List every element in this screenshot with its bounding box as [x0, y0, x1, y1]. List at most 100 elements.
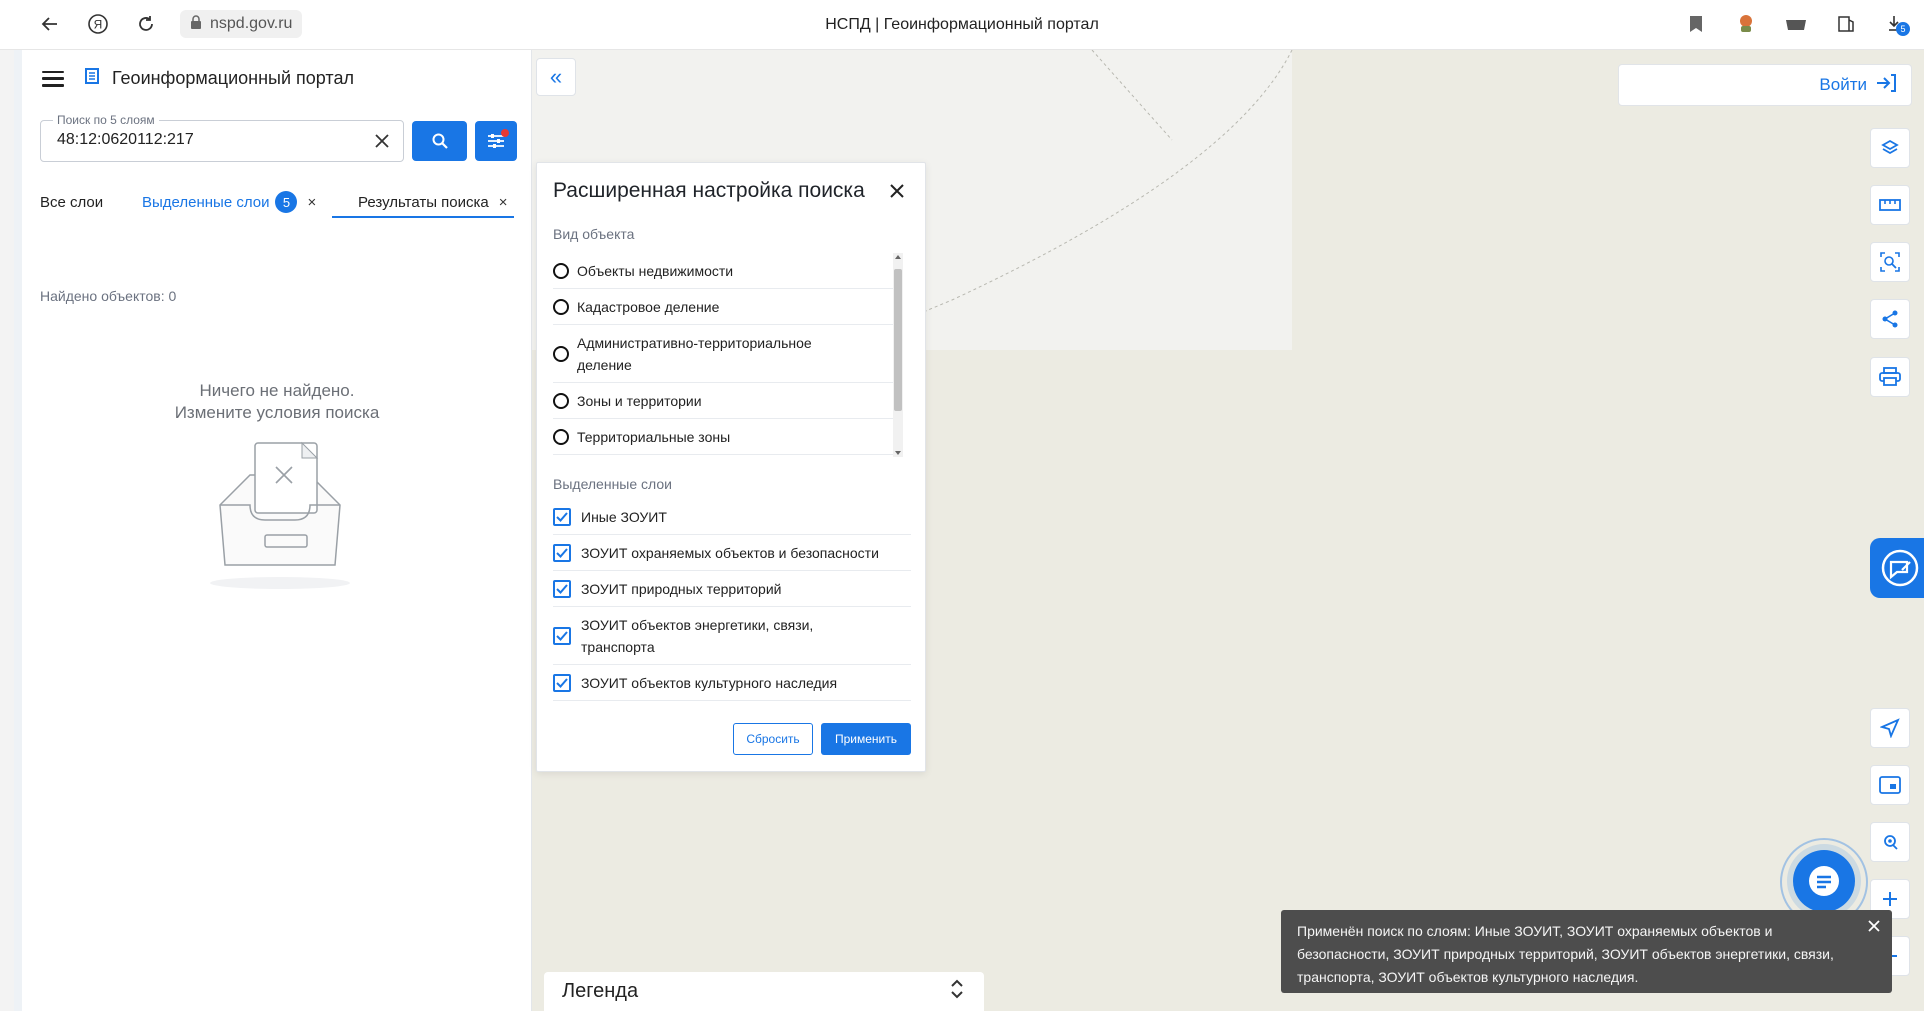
legend-panel[interactable]: Легенда	[544, 972, 984, 1011]
object-type-option[interactable]: Территориальные зоны	[553, 419, 893, 455]
object-type-option[interactable]: Административно-территориальное деление	[553, 325, 893, 383]
advanced-filter-button[interactable]	[475, 121, 517, 161]
search-input[interactable]	[57, 131, 357, 149]
radio-button[interactable]	[553, 345, 569, 362]
apply-button[interactable]: Применить	[821, 723, 911, 755]
shield-extension-icon[interactable]	[1784, 12, 1808, 36]
search-button[interactable]	[412, 121, 467, 161]
object-list-scrollbar[interactable]	[893, 253, 903, 457]
print-button[interactable]	[1870, 357, 1910, 397]
tab-close-icon[interactable]: ×	[499, 194, 508, 211]
empty-line-1: Ничего не найдено.	[199, 381, 355, 400]
layer-label: ЗОУИТ охраняемых объектов и безопасности	[581, 544, 879, 561]
download-badge: 5	[1896, 22, 1910, 36]
login-icon	[1875, 73, 1897, 98]
scroll-thumb[interactable]	[894, 269, 902, 411]
geolocation-button[interactable]	[1870, 822, 1910, 862]
login-button[interactable]: Войти	[1618, 64, 1912, 106]
app-title: Геоинформационный портал	[112, 68, 354, 88]
print-icon	[1879, 367, 1901, 386]
layer-option[interactable]: ЗОУИТ объектов энергетики, связи, трансп…	[553, 607, 911, 665]
extension-icon[interactable]	[1734, 12, 1758, 36]
layer-option[interactable]: Иные ЗОУИТ	[553, 499, 911, 535]
checkbox[interactable]	[553, 543, 571, 562]
left-edge-strip	[0, 50, 22, 1011]
bookmark-icon[interactable]	[1684, 12, 1708, 36]
radio-button[interactable]	[553, 262, 569, 279]
option-label: Кадастровое деление	[577, 298, 720, 315]
checkbox[interactable]	[553, 626, 571, 645]
panel-header: Геоинформационный портал	[42, 66, 354, 91]
browser-toolbar: Я nspd.gov.ru НСПД | Геоинформационный п…	[0, 0, 1924, 50]
empty-state-message: Ничего не найдено. Измените условия поис…	[22, 380, 532, 424]
radio-button[interactable]	[553, 392, 569, 409]
navigate-button[interactable]	[1870, 708, 1910, 748]
layer-label: ЗОУИТ природных территорий	[581, 580, 782, 597]
zoom-in-icon	[1883, 892, 1897, 906]
object-type-label: Вид объекта	[553, 226, 635, 242]
menu-icon[interactable]	[42, 70, 64, 87]
chat-button[interactable]	[1793, 850, 1855, 912]
portal-logo-icon	[82, 66, 102, 91]
feedback-button[interactable]	[1870, 538, 1924, 598]
layers-button[interactable]	[1870, 128, 1910, 168]
checkbox[interactable]	[553, 507, 571, 526]
object-type-option[interactable]: Кадастровое деление	[553, 289, 893, 325]
results-tabs: Все слои Выделенные слои 5 × Результаты …	[40, 184, 520, 220]
reset-button[interactable]: Сбросить	[733, 723, 813, 755]
close-icon[interactable]	[885, 179, 909, 203]
share-button[interactable]	[1870, 299, 1910, 339]
legend-label: Легенда	[562, 980, 639, 1002]
layer-option[interactable]: ЗОУИТ охраняемых объектов и безопасности	[553, 535, 911, 571]
clear-search-icon[interactable]	[371, 130, 393, 152]
download-icon[interactable]: 5	[1884, 12, 1910, 36]
layer-option[interactable]: ЗОУИТ природных территорий	[553, 571, 911, 607]
collections-icon[interactable]	[1834, 12, 1858, 36]
search-field[interactable]: Поиск по 5 слоям	[40, 113, 404, 162]
found-count: Найдено объектов: 0	[40, 288, 177, 304]
option-label: Административно-территориальное деление	[577, 334, 812, 373]
share-icon	[1882, 310, 1898, 328]
object-type-option[interactable]: Зоны и территории	[553, 383, 893, 419]
tab-search-results[interactable]: Результаты поиска ×	[358, 184, 508, 220]
layer-option[interactable]: ЗОУИТ объектов культурного наследия	[553, 665, 911, 701]
empty-inbox-illustration	[190, 435, 370, 595]
tab-selected-layers[interactable]: Выделенные слои 5 ×	[142, 184, 316, 220]
filter-active-dot	[501, 129, 509, 137]
object-type-option[interactable]: Объекты недвижимости	[553, 253, 893, 289]
option-label: Территориальные зоны	[577, 428, 731, 445]
object-type-list: Объекты недвижимости Кадастровое деление…	[553, 253, 903, 457]
select-area-icon	[1880, 252, 1900, 272]
scroll-up-icon[interactable]	[895, 255, 901, 259]
tab-label: Результаты поиска	[358, 193, 489, 211]
collapse-panel-button[interactable]: «	[536, 58, 576, 96]
toast-text: Применён поиск по слоям: Иные ЗОУИТ, ЗОУ…	[1297, 923, 1834, 985]
minimap-button[interactable]	[1870, 765, 1910, 805]
checkbox[interactable]	[553, 579, 571, 598]
close-icon[interactable]	[1866, 918, 1882, 934]
tab-all-layers[interactable]: Все слои	[40, 184, 103, 220]
option-label: Объекты недвижимости	[577, 262, 734, 279]
login-label: Войти	[1819, 75, 1867, 94]
radio-button[interactable]	[553, 298, 569, 315]
geolocation-icon	[1884, 835, 1898, 850]
browser-tab-title: НСПД | Геоинформационный портал	[825, 16, 1099, 33]
layers-icon	[1881, 139, 1899, 155]
advanced-search-dialog: Расширенная настройка поиска Вид объекта…	[536, 162, 926, 772]
tab-close-icon[interactable]: ×	[307, 194, 316, 211]
minimap-icon	[1879, 776, 1901, 794]
radio-button[interactable]	[553, 428, 569, 445]
navigate-icon	[1880, 718, 1900, 738]
feedback-icon	[1881, 549, 1919, 587]
scroll-down-icon[interactable]	[895, 451, 901, 455]
expand-collapse-icon[interactable]	[950, 979, 964, 1005]
layer-label: Иные ЗОУИТ	[581, 508, 667, 525]
select-area-button[interactable]	[1870, 242, 1910, 282]
search-applied-toast: Применён поиск по слоям: Иные ЗОУИТ, ЗОУ…	[1281, 910, 1892, 993]
tab-label: Все слои	[40, 193, 104, 211]
checkbox[interactable]	[553, 673, 571, 692]
layer-label: ЗОУИТ объектов культурного наследия	[581, 674, 838, 691]
ruler-button[interactable]	[1870, 185, 1910, 225]
double-chevron-left-icon: «	[549, 64, 563, 89]
selected-layers-label: Выделенные слои	[553, 476, 672, 492]
